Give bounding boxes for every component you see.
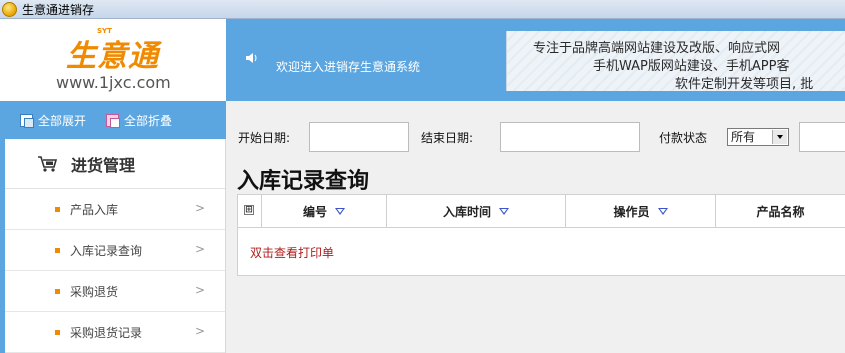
app-icon (2, 1, 17, 17)
sort-down-icon (657, 207, 668, 215)
menu-group-label: 进货管理 (71, 155, 136, 175)
bullet-icon (55, 329, 60, 335)
banner-line-2: 手机WAP版网站建设、手机APP客 (593, 59, 790, 74)
ad-banner[interactable]: 专注于品牌高端网站建设及改版、响应式网 手机WAP版网站建设、手机APP客 软件… (506, 31, 845, 92)
start-date-label: 开始日期: (238, 131, 291, 145)
bullet-icon (55, 288, 60, 294)
logo-area: SYT 生意通 www.1jxc.com (0, 19, 226, 101)
chevron-right-icon: > (195, 283, 206, 297)
sort-down-icon (335, 207, 345, 215)
banner-line-1: 专注于品牌高端网站建设及改版、响应式网 (533, 41, 781, 56)
column-label: 操作员 (613, 204, 650, 219)
chevron-right-icon: > (195, 242, 206, 256)
sidebar-item-product-stock-in[interactable]: 产品入库 > (5, 189, 225, 230)
expand-icon[interactable]: ⊞ (244, 205, 254, 215)
speaker-icon (246, 53, 257, 63)
bullet-icon (55, 206, 60, 212)
sidebar-item-stock-in-records[interactable]: 入库记录查询 > (5, 230, 225, 271)
sidebar-menu: 进货管理 产品入库 > 入库记录查询 > 采购退货 > 采购退货记录 > (0, 139, 226, 353)
logo-url: www.1jxc.com (56, 73, 171, 92)
grid-header: ⊞ 编号 入库时间 操作员 产品名称 (238, 195, 845, 228)
collapse-all-label: 全部折叠 (124, 113, 173, 128)
bullet-icon (55, 247, 60, 253)
column-label: 产品名称 (756, 204, 805, 219)
menu-group-purchase[interactable]: 进货管理 (5, 139, 225, 189)
extra-filter-input[interactable] (799, 122, 845, 152)
column-header-product[interactable]: 产品名称 (716, 195, 845, 227)
collapse-all-icon (106, 113, 121, 128)
sidebar-item-label: 入库记录查询 (70, 243, 143, 258)
column-header-id[interactable]: 编号 (262, 195, 387, 227)
records-grid: ⊞ 编号 入库时间 操作员 产品名称 双击查看打印单 (237, 194, 845, 276)
grid-hint: 双击查看打印单 (250, 246, 335, 260)
payment-status-value: 所有 (731, 130, 756, 144)
page-title: 入库记录查询 (237, 168, 370, 194)
window-title: 生意通进销存 (22, 2, 95, 17)
column-label: 入库时间 (442, 204, 491, 219)
column-header-operator[interactable]: 操作员 (566, 195, 716, 227)
column-header-time[interactable]: 入库时间 (387, 195, 566, 227)
banner-line-3: 软件定制开发等项目, 批 (675, 77, 814, 92)
payment-status-select[interactable]: 所有 (727, 128, 789, 146)
collapse-all-button[interactable]: 全部折叠 (106, 112, 172, 129)
chevron-right-icon: > (195, 201, 206, 215)
cart-icon (37, 155, 59, 173)
sidebar-item-label: 产品入库 (70, 202, 119, 217)
expand-all-button[interactable]: 全部展开 (20, 112, 86, 129)
window-titlebar: 生意通进销存 (0, 0, 845, 19)
chevron-right-icon: > (195, 324, 206, 338)
column-label: 编号 (302, 204, 327, 219)
sidebar-item-label: 采购退货记录 (70, 325, 143, 340)
sidebar-item-label: 采购退货 (70, 284, 119, 299)
end-date-input[interactable] (500, 122, 640, 152)
sidebar-item-purchase-return-records[interactable]: 采购退货记录 > (5, 312, 225, 353)
grid-expand-cell: ⊞ (238, 195, 262, 227)
sidebar-toolbar: 全部展开 全部折叠 (0, 101, 226, 139)
start-date-input[interactable] (309, 122, 409, 152)
header-bar: 欢迎进入进销存生意通系统 专注于品牌高端网站建设及改版、响应式网 手机WAP版网… (226, 19, 845, 101)
sort-down-icon (499, 207, 509, 215)
sidebar-item-purchase-return[interactable]: 采购退货 > (5, 271, 225, 312)
welcome-text: 欢迎进入进销存生意通系统 (276, 60, 421, 74)
end-date-label: 结束日期: (421, 131, 474, 145)
chevron-down-icon (772, 130, 787, 144)
expand-all-label: 全部展开 (38, 113, 87, 128)
expand-all-icon (20, 113, 34, 128)
logo: 生意通 (66, 39, 159, 74)
filter-bar: 开始日期: 结束日期: 付款状态 所有 (226, 101, 845, 155)
payment-status-label: 付款状态 (659, 131, 708, 145)
